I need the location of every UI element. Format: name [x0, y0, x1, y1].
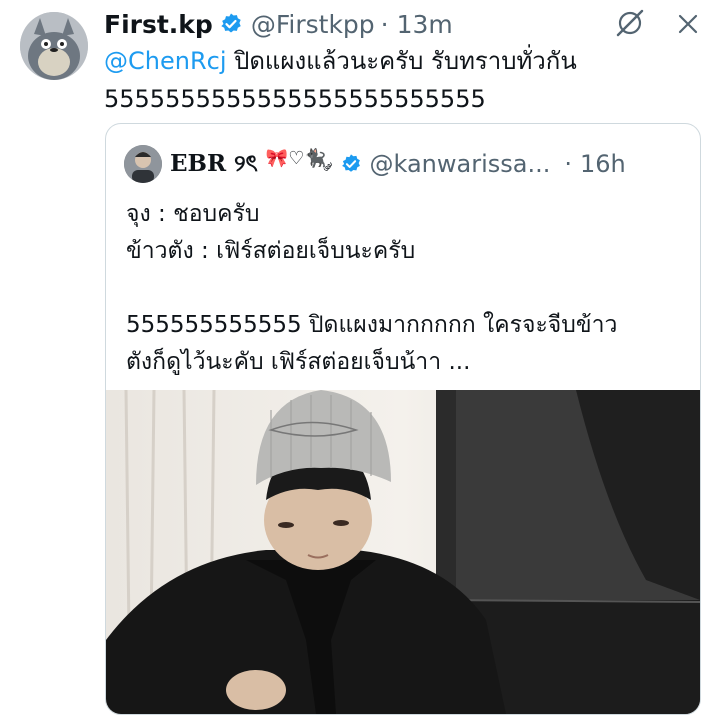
quote-line: ตังก็ดูไว้นะคับ เฟิร์สต่อยเจ็บน้าา ... — [126, 349, 471, 375]
tweet-text-line1: @ChenRcj ปิดแผงแล้วนะครับ รับทราบทั่วกัน — [104, 42, 704, 80]
quote-text: จุง : ชอบครับ ข้าวตัง : เฟิร์สต่อยเจ็บนะ… — [126, 196, 696, 381]
timestamp[interactable]: 13m — [397, 10, 453, 39]
quote-author-handle[interactable]: @kanwarissa... — [370, 150, 551, 178]
author-handle[interactable]: @Firstkpp — [251, 10, 375, 39]
tweet-text-line2: 5555555555555555555555555 — [104, 85, 486, 113]
quoted-tweet[interactable]: EBR ୨ৎ 🎀♡🐈‍⬛ ༘ @kanwarissa... · 16h จุง … — [105, 123, 701, 715]
quote-timestamp[interactable]: 16h — [580, 150, 626, 178]
separator-dot: · — [380, 9, 389, 39]
mention-link[interactable]: @ChenRcj — [104, 47, 226, 75]
quote-line: จุง : ชอบครับ — [126, 201, 260, 227]
quote-author-avatar[interactable] — [124, 145, 162, 183]
author-avatar[interactable] — [20, 12, 88, 80]
separator-dot: · — [564, 150, 573, 178]
quote-line: ข้าวตัง : เฟิร์สต่อยเจ็บนะครับ — [126, 238, 416, 264]
quote-header: EBR ୨ৎ 🎀♡🐈‍⬛ ༘ @kanwarissa... · 16h — [124, 144, 626, 184]
tweet-header: First.kp @Firstkpp · 13m — [104, 6, 453, 42]
verified-badge-icon — [341, 154, 360, 172]
tweet-text-body: ปิดแผงแล้วนะครับ รับทราบทั่วกัน — [226, 47, 577, 75]
author-name[interactable]: First.kp — [104, 10, 213, 39]
more-options-icon[interactable] — [676, 12, 700, 36]
verified-badge-icon — [221, 13, 241, 33]
quote-author-name[interactable]: EBR ୨ৎ — [170, 145, 258, 184]
quote-media-image[interactable] — [106, 390, 700, 714]
tweet-text: @ChenRcj ปิดแผงแล้วนะครับ รับทราบทั่วกัน… — [104, 42, 704, 118]
quote-author-emoji: 🎀♡🐈‍⬛ ༘ — [265, 148, 332, 169]
quote-line: 555555555555 ปิดแผงมากกกกก ใครจะจีบข้าว — [126, 312, 618, 338]
grok-icon[interactable] — [615, 8, 645, 38]
